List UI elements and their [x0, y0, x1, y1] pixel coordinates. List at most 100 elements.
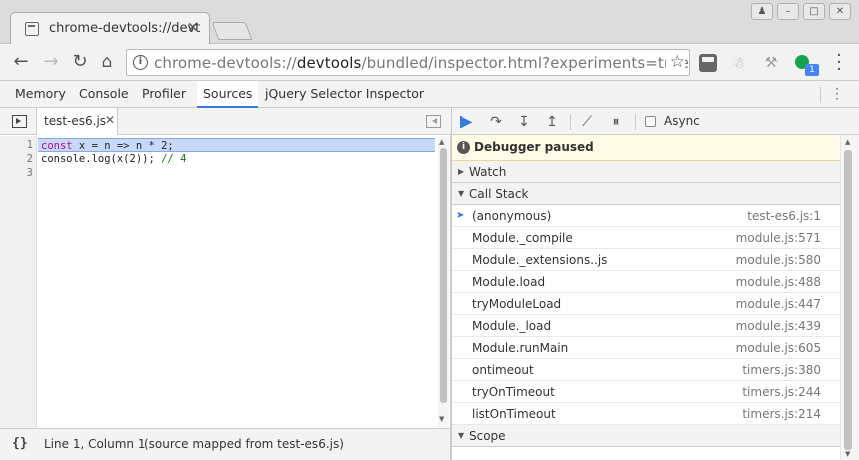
- maximize-button[interactable]: □: [803, 3, 825, 20]
- call-frame[interactable]: ontimeout timers.js:380: [452, 359, 840, 381]
- back-icon[interactable]: ←: [10, 51, 32, 73]
- call-frame[interactable]: listOnTimeout timers.js:214: [452, 403, 840, 425]
- call-frame[interactable]: Module._load module.js:439: [452, 315, 840, 337]
- step-out-icon[interactable]: ↥: [543, 113, 561, 131]
- call-frame-current[interactable]: ➤ (anonymous) test-es6.js:1: [452, 205, 840, 227]
- code-line-execution[interactable]: const x = n => n * 2;: [38, 138, 435, 152]
- frame-location-link[interactable]: timers.js:380: [742, 363, 821, 377]
- editor-status-bar: {} Line 1, Column 1 (source mapped from …: [0, 428, 451, 460]
- tab-jquery-selector-inspector[interactable]: jQuery Selector Inspector: [259, 81, 430, 108]
- frame-function: Module.load: [472, 275, 546, 289]
- call-frame[interactable]: Module.runMain module.js:605: [452, 337, 840, 359]
- tab-sources[interactable]: Sources: [197, 81, 259, 108]
- browser-toolbar: ← → ↻ ⌂ i chrome-devtools://devtools/bun…: [0, 44, 859, 81]
- code-line[interactable]: [38, 166, 41, 180]
- scroll-up-icon[interactable]: ▲: [439, 138, 444, 146]
- call-stack-section-header[interactable]: ▼ Call Stack: [452, 183, 840, 205]
- info-icon[interactable]: i: [133, 55, 148, 70]
- bookmark-star-icon[interactable]: ☆: [665, 52, 685, 72]
- line-number-gutter[interactable]: [0, 136, 37, 428]
- tab-profiler[interactable]: Profiler: [136, 81, 192, 108]
- line-number[interactable]: 1: [0, 139, 33, 151]
- close-tab-icon[interactable]: ✕: [187, 20, 199, 36]
- extension-puzzle-icon[interactable]: ⚒: [762, 54, 780, 72]
- scroll-down-icon[interactable]: ▼: [439, 415, 444, 423]
- frame-location-link[interactable]: module.js:439: [736, 319, 821, 333]
- reload-icon[interactable]: ↻: [69, 51, 91, 73]
- call-frame[interactable]: Module.load module.js:488: [452, 271, 840, 293]
- code-line[interactable]: console.log(x(2)); // 4: [38, 152, 186, 166]
- extension-alien-icon[interactable]: ☃: [730, 54, 748, 72]
- divider: [570, 114, 571, 130]
- frame-function: ontimeout: [472, 363, 534, 377]
- collapse-arrow-icon: ▼: [458, 431, 465, 440]
- source-editor-pane: test-es6.js ✕ 1 2 3 const x = n => n * 2…: [0, 108, 451, 428]
- toggle-debugger-icon[interactable]: [426, 115, 441, 128]
- browser-tab-strip: chrome-devtools://devt ✕ ♟ – □ ✕: [0, 0, 859, 45]
- deactivate-breakpoints-icon[interactable]: ⟋: [578, 113, 596, 131]
- expand-arrow-icon: ▶: [458, 167, 465, 176]
- resume-icon[interactable]: ▶: [458, 113, 476, 131]
- cursor-position: Line 1, Column 1: [44, 437, 146, 451]
- file-tab[interactable]: test-es6.js ✕: [36, 108, 118, 135]
- section-label: Watch: [469, 165, 507, 179]
- frame-location-link[interactable]: module.js:447: [736, 297, 821, 311]
- section-label: Scope: [469, 429, 506, 443]
- url-text[interactable]: chrome-devtools://devtools/bundled/inspe…: [154, 54, 689, 72]
- frame-function: Module._extensions..js: [472, 253, 608, 267]
- profile-icon[interactable]: ♟: [751, 3, 773, 20]
- call-frame[interactable]: Module._extensions..js module.js:580: [452, 249, 840, 271]
- pause-on-exceptions-icon[interactable]: ⏸: [607, 113, 625, 131]
- line-number[interactable]: 3: [0, 167, 33, 179]
- divider: [820, 87, 821, 103]
- frame-location-link[interactable]: module.js:580: [736, 253, 821, 267]
- minimize-button[interactable]: –: [777, 3, 799, 20]
- frame-location-link[interactable]: timers.js:214: [742, 407, 821, 421]
- page-icon: [25, 22, 39, 36]
- frame-location-link[interactable]: test-es6.js:1: [747, 209, 821, 223]
- current-frame-arrow-icon: ➤: [456, 210, 465, 221]
- frame-location-link[interactable]: module.js:571: [736, 231, 821, 245]
- step-over-icon[interactable]: ↷: [487, 113, 505, 131]
- browser-tab[interactable]: chrome-devtools://devt ✕: [10, 12, 210, 45]
- watch-section-header[interactable]: ▶ Watch: [452, 161, 840, 183]
- devtools-menu-icon[interactable]: · · ·: [832, 83, 842, 105]
- info-icon: i: [457, 141, 470, 154]
- home-icon[interactable]: ⌂: [96, 51, 118, 73]
- toggle-navigator-icon[interactable]: [12, 115, 27, 128]
- call-frame[interactable]: tryModuleLoad module.js:447: [452, 293, 840, 315]
- editor-scrollbar-thumb[interactable]: [440, 148, 447, 403]
- debugger-toolbar: ▶ ↷ ↧ ↥ ⟋ ⏸ Async: [452, 108, 859, 135]
- sidebar-scrollbar-thumb[interactable]: [844, 150, 852, 450]
- async-checkbox[interactable]: [645, 116, 656, 127]
- divider: [635, 114, 636, 130]
- scroll-up-icon[interactable]: ▲: [845, 138, 850, 146]
- browser-menu-icon[interactable]: · · ·: [834, 47, 844, 79]
- close-window-button[interactable]: ✕: [829, 3, 851, 20]
- frame-location-link[interactable]: module.js:488: [736, 275, 821, 289]
- scroll-down-icon[interactable]: ▼: [845, 450, 850, 458]
- call-frame[interactable]: tryOnTimeout timers.js:244: [452, 381, 840, 403]
- frame-location-link[interactable]: module.js:605: [736, 341, 821, 355]
- extension-badge: 1: [805, 64, 819, 76]
- collapse-arrow-icon: ▼: [458, 189, 465, 198]
- address-bar[interactable]: i chrome-devtools://devtools/bundled/ins…: [126, 49, 690, 76]
- frame-location-link[interactable]: timers.js:244: [742, 385, 821, 399]
- scope-section-header[interactable]: ▼ Scope: [452, 425, 840, 447]
- close-file-icon[interactable]: ✕: [105, 113, 115, 127]
- tab-memory[interactable]: Memory: [9, 81, 72, 108]
- extension-icon[interactable]: [699, 54, 717, 72]
- frame-function: (anonymous): [472, 209, 552, 223]
- frame-function: tryOnTimeout: [472, 385, 555, 399]
- step-into-icon[interactable]: ↧: [515, 113, 533, 131]
- call-frame[interactable]: Module._compile module.js:571: [452, 227, 840, 249]
- forward-icon[interactable]: →: [40, 51, 62, 73]
- debugger-sidebar: ▶ ↷ ↧ ↥ ⟋ ⏸ Async i Debugger paused ▶ Wa…: [452, 108, 859, 460]
- tab-console[interactable]: Console: [73, 81, 135, 108]
- source-map-info: (source mapped from test-es6.js): [144, 437, 344, 451]
- new-tab-button[interactable]: [211, 22, 253, 40]
- pretty-print-button[interactable]: {}: [12, 436, 28, 451]
- line-number[interactable]: 2: [0, 153, 33, 165]
- frame-function: Module.runMain: [472, 341, 569, 355]
- debugger-paused-banner: i Debugger paused: [452, 135, 840, 161]
